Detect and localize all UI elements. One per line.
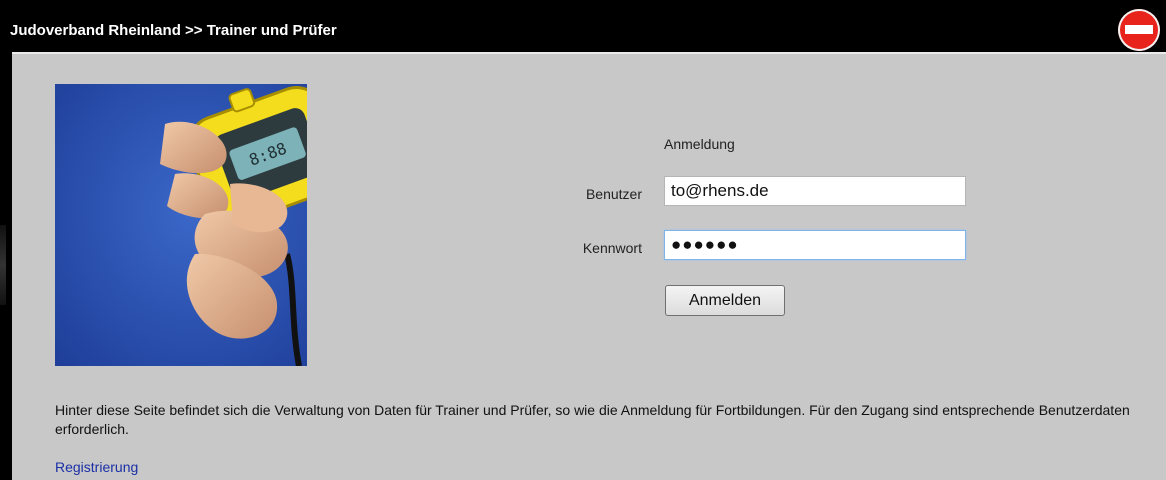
login-heading: Anmeldung (664, 136, 735, 152)
stopwatch-photo: 8:88 (55, 84, 307, 366)
page-title: Judoverband Rheinland >> Trainer und Prü… (10, 22, 337, 39)
user-field[interactable] (664, 176, 966, 206)
user-label: Benutzer (585, 186, 642, 202)
login-panel: 8:88 Anmeldung Benutzer Kennwort Anmelde… (12, 52, 1166, 480)
title-bar: Judoverband Rheinland >> Trainer und Prü… (0, 0, 1166, 52)
stop-icon[interactable] (1118, 9, 1160, 51)
password-field[interactable] (664, 230, 966, 260)
password-label: Kennwort (582, 240, 642, 256)
login-button[interactable]: Anmelden (665, 285, 785, 316)
info-text: Hinter diese Seite befindet sich die Ver… (55, 402, 1130, 437)
window-edge-decoration (0, 225, 6, 305)
register-link[interactable]: Registrierung (55, 459, 138, 475)
